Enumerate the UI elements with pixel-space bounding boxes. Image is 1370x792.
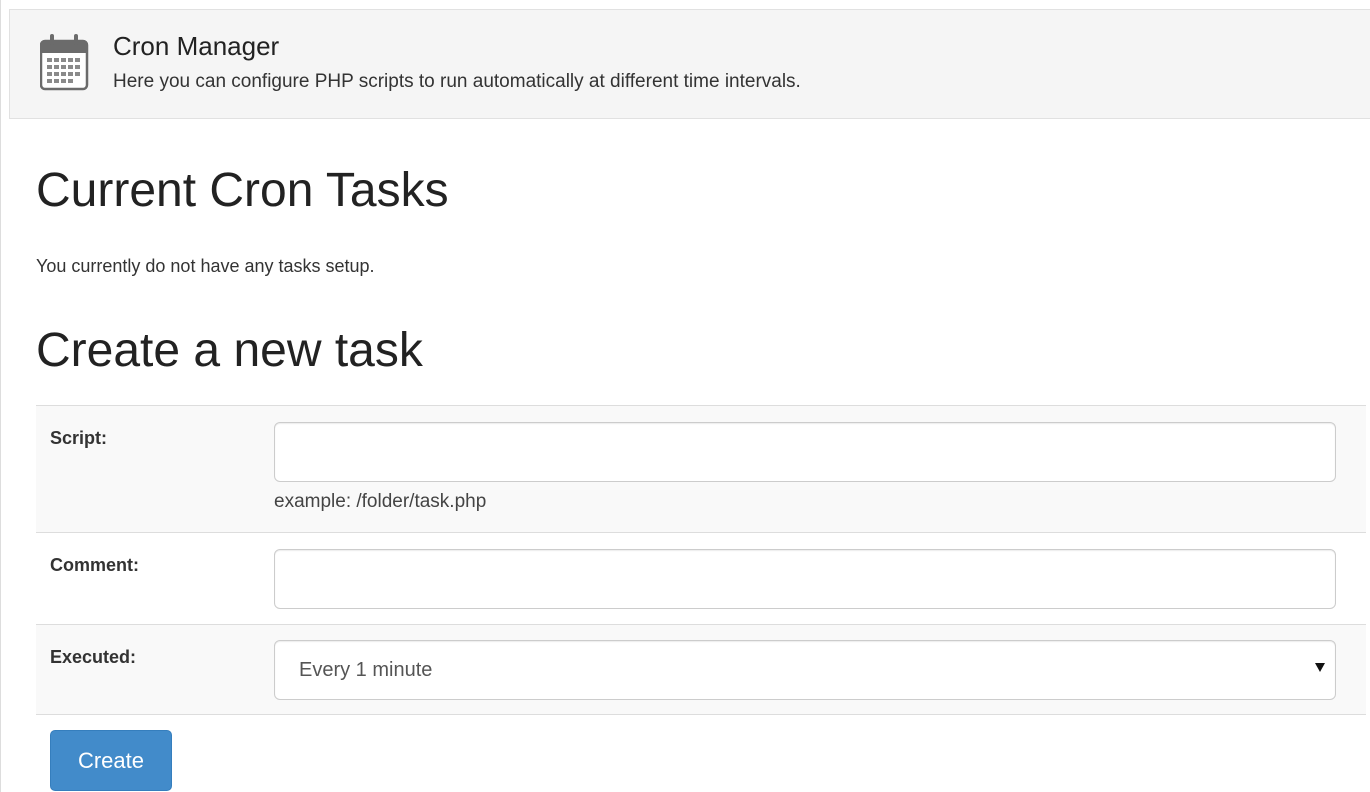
comment-label: Comment: bbox=[50, 555, 139, 575]
app-title: Cron Manager bbox=[113, 31, 280, 61]
comment-input[interactable] bbox=[274, 549, 1336, 609]
script-help-text: example: /folder/task.php bbox=[274, 491, 487, 512]
calendar-icon bbox=[40, 34, 89, 91]
executed-row: Executed: Every 1 minute bbox=[36, 624, 1366, 715]
script-input[interactable] bbox=[274, 422, 1336, 482]
comment-row: Comment: bbox=[36, 532, 1366, 624]
create-task-heading: Create a new task bbox=[36, 324, 423, 377]
create-task-form: Script: example: /folder/task.php Commen… bbox=[36, 405, 1366, 715]
app-header: Cron Manager Here you can configure PHP … bbox=[9, 9, 1370, 119]
script-label: Script: bbox=[50, 428, 108, 448]
executed-selected-value: Every 1 minute bbox=[299, 659, 433, 681]
create-button[interactable]: Create bbox=[50, 730, 172, 791]
page-frame: Cron Manager Here you can configure PHP … bbox=[0, 0, 1370, 792]
caret-down-icon bbox=[1315, 663, 1325, 672]
script-row: Script: example: /folder/task.php bbox=[36, 405, 1366, 532]
executed-select[interactable]: Every 1 minute bbox=[274, 640, 1336, 700]
executed-label: Executed: bbox=[50, 647, 137, 667]
empty-tasks-message: You currently do not have any tasks setu… bbox=[36, 256, 375, 276]
app-subtitle: Here you can configure PHP scripts to ru… bbox=[113, 71, 801, 92]
current-tasks-heading: Current Cron Tasks bbox=[36, 164, 449, 217]
